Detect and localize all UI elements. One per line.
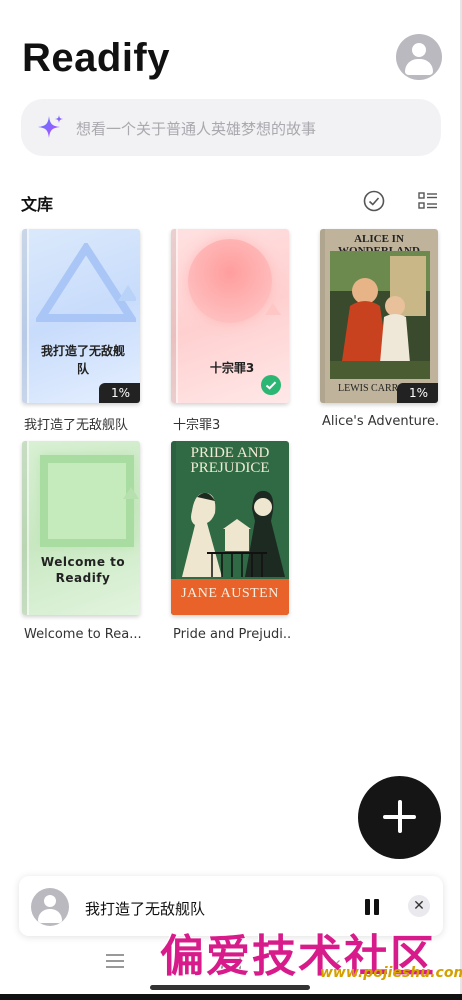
book-illustration xyxy=(330,251,430,379)
book-label: Alice's Adventure... xyxy=(322,414,440,429)
bottom-edge xyxy=(0,994,462,1000)
close-icon[interactable]: ✕ xyxy=(408,895,430,917)
book-label: Welcome to Rea... xyxy=(24,627,142,642)
add-book-button[interactable] xyxy=(358,776,441,859)
book-cover-title: Welcome to xyxy=(40,555,126,569)
book-cover-author: JANE AUSTEN xyxy=(181,586,279,601)
book-cover[interactable]: ALICE IN WONDERLAND LEWIS CARROLL 1% xyxy=(320,229,438,403)
pause-icon[interactable] xyxy=(363,899,381,915)
book-illustration xyxy=(182,490,285,577)
book-label: 我打造了无敌舰队 xyxy=(24,418,129,433)
profile-avatar-icon[interactable] xyxy=(396,34,442,80)
book-label: 十宗罪3 xyxy=(173,418,221,433)
book-label: Pride and Prejudi... xyxy=(173,627,291,642)
library-title: 文库 xyxy=(21,195,54,214)
book-cover-title: 我打造了无敌舰队 xyxy=(40,344,125,376)
book-cover[interactable]: PRIDE AND PREJUDICE JANE AUSTEN xyxy=(171,441,289,615)
book-cover[interactable]: 十宗罪3 xyxy=(171,229,289,403)
book-cover[interactable]: Welcome to Readify xyxy=(22,441,140,615)
menu-icon[interactable] xyxy=(106,954,124,968)
now-playing-title: 我打造了无敌舰队 xyxy=(85,900,206,918)
list-view-icon[interactable] xyxy=(418,191,438,211)
search-input[interactable]: 想看一个关于普通人英雄梦想的故事 xyxy=(21,99,441,156)
check-circle-icon[interactable] xyxy=(363,190,385,212)
progress-badge: 1% xyxy=(396,383,438,403)
book-cover-title: 十宗罪3 xyxy=(209,361,255,375)
search-placeholder: 想看一个关于普通人英雄梦想的故事 xyxy=(76,120,317,138)
sparkle-icon xyxy=(38,115,63,138)
app-title: Readify xyxy=(22,36,170,80)
watermark-url: www.pojieshu.com xyxy=(320,965,462,981)
home-indicator[interactable] xyxy=(150,985,310,990)
player-avatar-icon xyxy=(31,888,69,926)
completed-check-icon xyxy=(261,375,281,395)
book-cover[interactable]: 我打造了无敌舰队 1% xyxy=(22,229,140,403)
book-cover-title: PREJUDICE xyxy=(190,460,270,476)
book-cover-title: Readify xyxy=(55,571,111,585)
progress-badge: 1% xyxy=(98,383,140,403)
